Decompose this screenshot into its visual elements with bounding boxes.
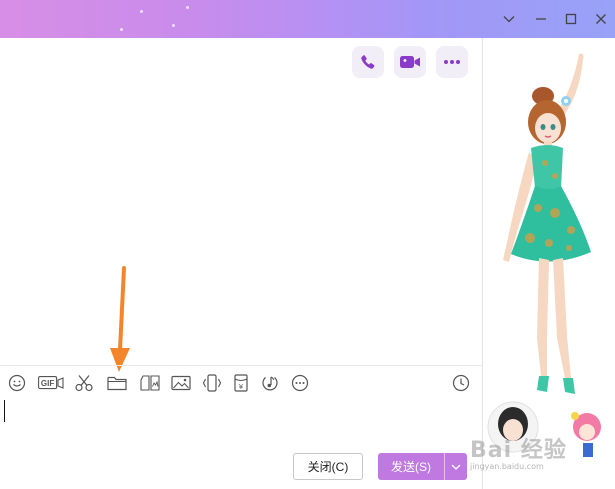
sparkle-decoration — [172, 24, 175, 27]
emoji-button[interactable] — [7, 373, 27, 393]
red-packet-icon: ¥ — [234, 374, 248, 392]
gif-label: GIF — [41, 379, 54, 388]
history-clock-icon — [452, 374, 470, 392]
send-button-main[interactable]: 发送(S) — [378, 453, 444, 480]
emoji-icon — [8, 374, 26, 392]
sparkle-decoration — [120, 28, 123, 31]
scissors-button[interactable] — [74, 373, 94, 393]
more-icon — [291, 374, 309, 392]
close-icon[interactable] — [590, 8, 612, 30]
gif-icon: GIF — [38, 376, 64, 390]
music-icon — [262, 376, 278, 391]
shake-icon — [202, 374, 222, 392]
watermark-main: Bai 经验 — [470, 438, 567, 463]
red-packet-symbol: ¥ — [239, 383, 244, 391]
annotation-arrow-icon — [110, 266, 130, 372]
minimize-icon[interactable] — [530, 8, 552, 30]
more-tools-button[interactable] — [290, 373, 310, 393]
image-icon — [171, 375, 191, 391]
maximize-icon[interactable] — [560, 8, 582, 30]
close-button[interactable]: 关闭(C) — [293, 453, 363, 480]
image-button[interactable] — [171, 373, 191, 393]
shake-button[interactable] — [202, 373, 222, 393]
sparkle-decoration — [140, 10, 143, 13]
gif-button[interactable]: GIF — [38, 373, 64, 393]
red-packet-button[interactable]: ¥ — [231, 373, 251, 393]
chat-history-button[interactable] — [451, 373, 471, 393]
avatar-character-illustration — [487, 53, 601, 457]
message-area — [0, 38, 482, 365]
send-button[interactable]: 发送(S) — [378, 453, 467, 480]
scissors-icon — [75, 375, 93, 392]
screenshot-edit-button[interactable] — [140, 373, 160, 393]
screenshot-edit-icon — [140, 375, 160, 391]
input-divider — [0, 365, 482, 366]
send-options-dropdown[interactable] — [445, 453, 467, 480]
folder-icon — [107, 376, 127, 391]
text-caret — [4, 400, 5, 422]
message-input[interactable] — [0, 396, 482, 446]
music-button[interactable] — [260, 373, 280, 393]
show-panel — [483, 38, 615, 489]
send-button-label: 发送(S) — [391, 460, 431, 474]
title-bar — [0, 0, 615, 38]
chevron-down-icon — [451, 464, 461, 470]
chevron-down-icon[interactable] — [498, 8, 520, 30]
close-button-label: 关闭(C) — [307, 460, 349, 474]
send-file-button[interactable] — [107, 373, 127, 393]
sparkle-decoration — [186, 6, 189, 9]
baidu-watermark: Bai 经验 jingyan.baidu.com — [470, 432, 567, 471]
